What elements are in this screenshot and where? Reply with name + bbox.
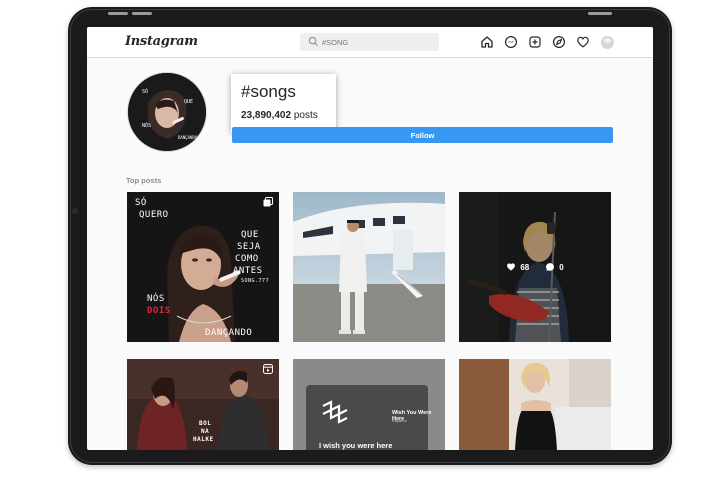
top-posts-heading: Top posts [126, 176, 162, 185]
post-tile[interactable] [459, 359, 611, 450]
post-hover-overlay: 68 0 [459, 192, 611, 342]
post-text-line: ANTES [233, 266, 263, 276]
comment-stat: 0 [545, 262, 564, 272]
svg-text:SÓ: SÓ [142, 88, 148, 95]
post-tile[interactable]: SÓ QUERO QUE SEJA COMO ANTES SONG.777 NÓ… [127, 192, 279, 342]
chevron-down-icon[interactable]: ⌄ [183, 36, 191, 47]
reel-icon [263, 364, 273, 374]
tablet-power-button [588, 12, 612, 15]
post-text-line: BOL [199, 420, 212, 427]
post-text-line: DANÇANDO [205, 328, 253, 338]
post-text-line: COMO [235, 254, 259, 264]
post-tile[interactable] [293, 192, 445, 342]
tablet-camera [72, 208, 78, 214]
hashtag-info-card: #songs 23,890,402 posts [231, 74, 336, 132]
carousel-icon [263, 197, 273, 207]
new-post-icon[interactable] [527, 34, 543, 50]
hashtag-avatar: SÓ QUE NÓS DANÇANDO [127, 72, 207, 152]
post-text-line: SÓ [135, 198, 147, 208]
post-image [293, 192, 445, 342]
post-text-line: NA [201, 428, 210, 435]
top-navigation-bar: Instagram ⌄ [87, 27, 653, 58]
search-input[interactable] [322, 35, 432, 49]
post-caption: I wish you were here [319, 441, 393, 450]
profile-avatar[interactable] [599, 34, 615, 50]
like-stat: 68 [506, 262, 529, 272]
post-text-line: SEJA [237, 242, 261, 252]
post-image [459, 359, 611, 450]
avatar [600, 35, 614, 49]
page-title: #songs [241, 82, 296, 101]
post-count-value: 23,890,402 [241, 110, 292, 121]
post-text-line: NÓS [147, 294, 165, 304]
svg-text:NÓS: NÓS [142, 122, 151, 129]
song-artist: Español [392, 418, 407, 423]
home-icon[interactable] [479, 34, 495, 50]
heart-icon [507, 263, 516, 271]
svg-text:QUE: QUE [184, 99, 193, 105]
post-tile[interactable]: BOL NA HALKE [127, 359, 279, 450]
post-tile[interactable]: Wish You Were Here Español I wish you we… [293, 359, 445, 450]
post-tile[interactable]: 68 0 [459, 192, 611, 342]
instagram-screen: Instagram ⌄ #SONG SÓ QUE NÓS DANÇANDO #s… [87, 27, 653, 450]
tablet-volume-button [132, 12, 152, 15]
nav-icons [479, 34, 615, 50]
post-text-line: HALKE [193, 436, 214, 443]
like-count: 68 [520, 262, 530, 272]
follow-button[interactable]: Follow [232, 127, 613, 143]
activity-heart-icon[interactable] [575, 34, 591, 50]
messenger-icon[interactable] [503, 34, 519, 50]
post-text-red: DOIS [147, 306, 171, 316]
post-text-small: SONG.777 [241, 278, 270, 284]
explore-icon[interactable] [551, 34, 567, 50]
search-box[interactable] [300, 33, 439, 51]
post-count-label: posts [293, 110, 318, 121]
tablet-volume-button [108, 12, 128, 15]
post-text-line: QUE [241, 230, 259, 240]
post-text-line: QUERO [139, 210, 169, 220]
search-icon [308, 36, 319, 47]
post-count: 23,890,402 posts [241, 110, 318, 121]
comment-count: 0 [559, 262, 564, 272]
song-logo-icon [322, 400, 348, 424]
svg-text:DANÇANDO: DANÇANDO [178, 135, 198, 140]
comment-icon [546, 263, 555, 271]
